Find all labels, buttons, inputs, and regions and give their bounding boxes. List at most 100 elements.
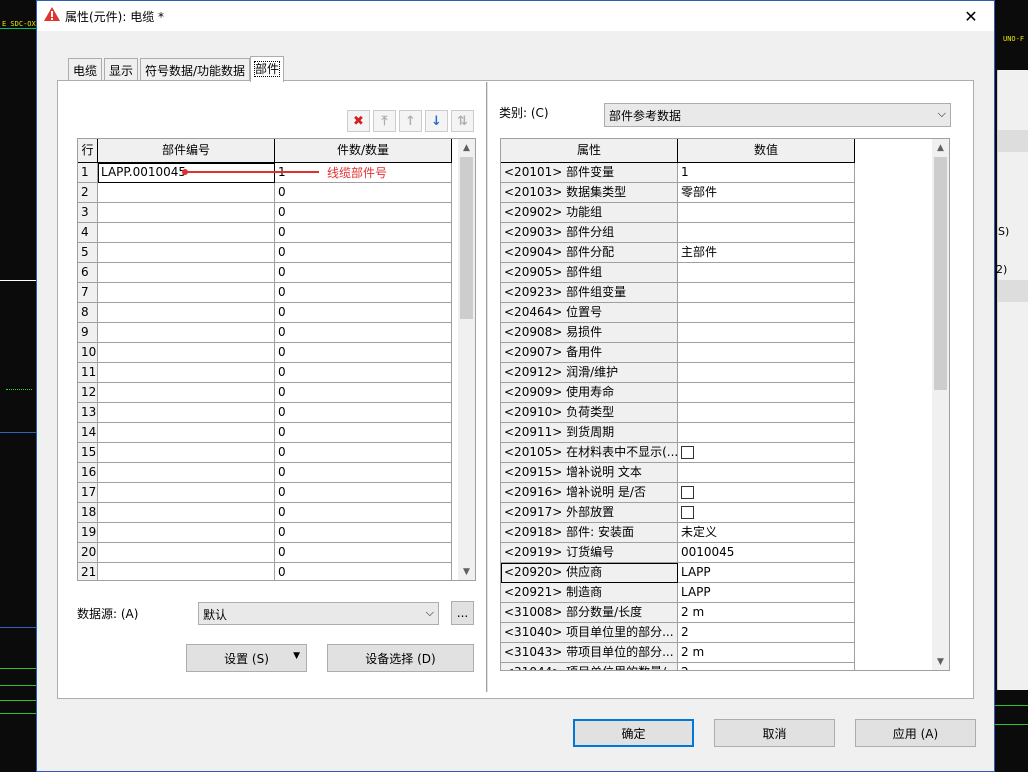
value-cell[interactable]: 2 (678, 623, 855, 643)
value-cell[interactable] (678, 203, 855, 223)
scroll-thumb[interactable] (934, 157, 947, 390)
part-number-cell[interactable] (98, 283, 275, 303)
table-row[interactable]: 15 0 (78, 443, 453, 463)
attribute-cell[interactable]: <20907> 备用件 (501, 343, 678, 363)
table-row[interactable]: 12 0 (78, 383, 453, 403)
table-row[interactable]: <20908> 易损件 (501, 323, 856, 343)
value-cell[interactable]: 0010045 (678, 543, 855, 563)
move-down-button[interactable]: ↓ (425, 110, 448, 132)
data-source-browse-button[interactable]: ... (451, 601, 474, 625)
part-number-cell[interactable] (98, 403, 275, 423)
scroll-down-icon[interactable]: ▼ (932, 653, 949, 670)
row-number[interactable]: 20 (78, 543, 98, 563)
table-row[interactable]: <20905> 部件组 (501, 263, 856, 283)
attribute-cell[interactable]: <20915> 增补说明 文本 (501, 463, 678, 483)
value-cell[interactable]: 2 m (678, 643, 855, 663)
ok-button[interactable]: 确定 (573, 719, 694, 747)
row-number[interactable]: 6 (78, 263, 98, 283)
settings-button[interactable]: 设置 (S) ▼ (186, 644, 307, 672)
device-select-button[interactable]: 设备选择 (D) (327, 644, 474, 672)
quantity-cell[interactable]: 0 (275, 303, 452, 323)
table-row[interactable]: <20917> 外部放置 (501, 503, 856, 523)
column-header-quantity[interactable]: 件数/数量 (275, 139, 452, 163)
table-row[interactable]: <20903> 部件分组 (501, 223, 856, 243)
value-cell[interactable] (678, 223, 855, 243)
table-row[interactable]: <20902> 功能组 (501, 203, 856, 223)
row-number[interactable]: 9 (78, 323, 98, 343)
table-row[interactable]: <20910> 负荷类型 (501, 403, 856, 423)
close-button[interactable]: ✕ (948, 1, 994, 31)
pane-splitter[interactable] (486, 82, 489, 692)
parts-scrollbar[interactable]: ▲ ▼ (458, 139, 475, 580)
row-number[interactable]: 1 (78, 163, 98, 183)
value-cell[interactable] (678, 263, 855, 283)
attribute-cell[interactable]: <20105> 在材料表中不显示(... (501, 443, 678, 463)
tab-symbol-function-data[interactable]: 符号数据/功能数据 (140, 58, 251, 80)
value-cell[interactable] (678, 503, 855, 523)
scroll-up-icon[interactable]: ▲ (458, 139, 475, 156)
quantity-cell[interactable]: 0 (275, 263, 452, 283)
scroll-up-icon[interactable]: ▲ (932, 139, 949, 156)
value-cell[interactable]: 2 (678, 663, 855, 670)
table-row[interactable]: <20464> 位置号 (501, 303, 856, 323)
quantity-cell[interactable]: 0 (275, 203, 452, 223)
table-row[interactable]: 20 (78, 183, 453, 203)
row-number[interactable]: 17 (78, 483, 98, 503)
attribute-cell[interactable]: <31043> 带项目单位的部分... (501, 643, 678, 663)
value-cell[interactable] (678, 463, 855, 483)
scroll-down-icon[interactable]: ▼ (458, 563, 475, 580)
attribute-cell[interactable]: <20101> 部件变量 (501, 163, 678, 183)
table-row[interactable]: 90 (78, 323, 453, 343)
row-number[interactable]: 3 (78, 203, 98, 223)
row-number[interactable]: 14 (78, 423, 98, 443)
attribute-cell[interactable]: <20921> 制造商 (501, 583, 678, 603)
part-number-cell[interactable] (98, 343, 275, 363)
table-row[interactable]: 13 0 (78, 403, 453, 423)
row-number[interactable]: 13 (78, 403, 98, 423)
row-number[interactable]: 8 (78, 303, 98, 323)
table-row[interactable]: 11 0 (78, 363, 453, 383)
part-number-cell[interactable] (98, 503, 275, 523)
part-number-cell[interactable] (98, 203, 275, 223)
tab-cable[interactable]: 电缆 (68, 58, 103, 80)
value-cell[interactable] (678, 443, 855, 463)
attribute-cell[interactable]: <31008> 部分数量/长度 (501, 603, 678, 623)
table-row[interactable]: 20 0 (78, 543, 453, 563)
checkbox[interactable] (681, 506, 694, 519)
attribute-cell[interactable]: <20103> 数据集类型 (501, 183, 678, 203)
table-row[interactable]: <20920> 供应商 LAPP (501, 563, 856, 583)
value-cell[interactable]: 未定义 (678, 523, 855, 543)
quantity-cell[interactable]: 0 (275, 183, 452, 203)
row-number[interactable]: 2 (78, 183, 98, 203)
attribute-cell[interactable]: <20920> 供应商 (501, 563, 678, 583)
value-cell[interactable] (678, 403, 855, 423)
part-number-cell[interactable] (98, 483, 275, 503)
part-number-cell[interactable] (98, 323, 275, 343)
table-row[interactable]: 19 0 (78, 523, 453, 543)
sort-button[interactable]: ⇅ (451, 110, 474, 132)
table-row[interactable]: 80 (78, 303, 453, 323)
part-number-cell[interactable] (98, 383, 275, 403)
part-number-cell[interactable] (98, 263, 275, 283)
value-cell[interactable] (678, 363, 855, 383)
move-top-button[interactable]: ⤒ (373, 110, 396, 132)
quantity-cell[interactable]: 0 (275, 283, 452, 303)
quantity-cell[interactable]: 0 (275, 523, 452, 543)
attribute-cell[interactable]: <20904> 部件分配 (501, 243, 678, 263)
part-number-cell[interactable] (98, 423, 275, 443)
tab-display[interactable]: 显示 (104, 58, 139, 80)
table-row[interactable]: <20912> 润滑/维护 (501, 363, 856, 383)
delete-row-button[interactable]: ✖ (347, 110, 370, 132)
row-number[interactable]: 18 (78, 503, 98, 523)
table-row[interactable]: <20101> 部件变量 1 (501, 163, 856, 183)
value-cell[interactable]: 2 m (678, 603, 855, 623)
row-number[interactable]: 21 (78, 563, 98, 580)
table-row[interactable]: 16 0 (78, 463, 453, 483)
checkbox[interactable] (681, 486, 694, 499)
attribute-cell[interactable]: <20908> 易损件 (501, 323, 678, 343)
part-number-cell[interactable] (98, 223, 275, 243)
row-number[interactable]: 12 (78, 383, 98, 403)
category-select[interactable]: 部件参考数据 ⌵ (604, 103, 951, 127)
table-row[interactable]: <20909> 使用寿命 (501, 383, 856, 403)
part-number-cell[interactable] (98, 443, 275, 463)
